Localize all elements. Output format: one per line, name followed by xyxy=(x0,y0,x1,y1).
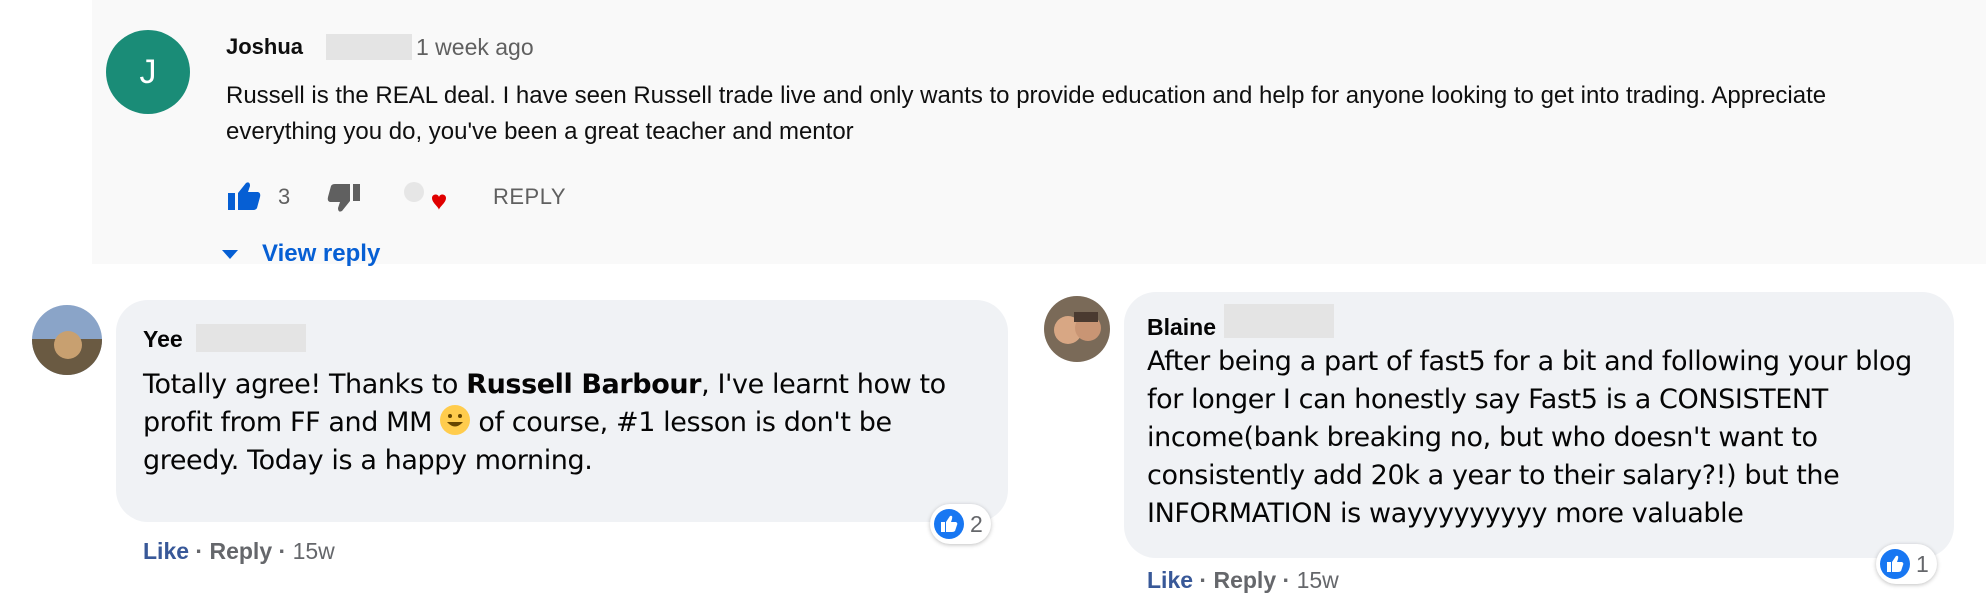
like-count: 3 xyxy=(278,184,291,209)
reaction-count-badge[interactable]: 1 xyxy=(1876,544,1937,584)
like-button[interactable]: Like xyxy=(1147,567,1193,593)
reaction-count: 2 xyxy=(970,510,983,537)
comment-text: After being a part of fast5 for a bit an… xyxy=(1147,346,1912,529)
comment-text: Totally agree! Thanks to Russell Barbour… xyxy=(143,366,993,480)
comment-text-start: Totally agree! Thanks to xyxy=(143,369,467,400)
avatar[interactable]: J xyxy=(106,30,190,114)
avatar-photo xyxy=(32,305,102,375)
view-reply-label: View reply xyxy=(262,240,381,267)
reply-button[interactable]: Reply xyxy=(1213,567,1276,593)
reply-button[interactable]: REPLY xyxy=(493,184,566,210)
separator: · xyxy=(1282,567,1291,593)
commenter-name[interactable]: Yee xyxy=(143,326,183,353)
mentioned-name[interactable]: Russell Barbour xyxy=(466,369,701,400)
view-reply-button[interactable]: View reply xyxy=(222,240,380,268)
like-reaction-icon xyxy=(934,509,964,539)
comment-time[interactable]: 1 week ago xyxy=(416,34,534,61)
separator: · xyxy=(195,538,204,564)
separator: · xyxy=(278,538,287,564)
caret-down-icon xyxy=(222,249,238,259)
redacted-surname xyxy=(326,34,412,60)
thumbs-down-icon[interactable] xyxy=(326,182,362,214)
comment-actions: Like · Reply · 15w xyxy=(143,538,335,565)
avatar[interactable] xyxy=(32,305,102,375)
reaction-count-badge[interactable]: 2 xyxy=(930,504,991,544)
redacted-surname xyxy=(196,324,306,352)
avatar-photo xyxy=(1044,296,1110,362)
smile-emoji-icon xyxy=(440,405,471,435)
redacted-surname xyxy=(1224,304,1334,338)
heart-icon xyxy=(404,182,446,210)
reply-button[interactable]: Reply xyxy=(209,538,272,564)
avatar[interactable] xyxy=(1044,296,1110,362)
comment-author[interactable]: Joshua xyxy=(226,34,303,60)
comment-time[interactable]: 15w xyxy=(293,538,335,564)
comment-text: Russell is the REAL deal. I have seen Ru… xyxy=(226,82,1827,145)
reaction-count: 1 xyxy=(1916,550,1929,577)
like-button[interactable]: Like xyxy=(143,538,189,564)
comment-time[interactable]: 15w xyxy=(1297,567,1339,593)
thumbs-up-icon[interactable] xyxy=(226,180,262,212)
commenter-name[interactable]: Blaine xyxy=(1147,314,1216,341)
comment-actions: Like · Reply · 15w xyxy=(1147,567,1339,594)
like-reaction-icon xyxy=(1880,549,1910,579)
avatar-letter: J xyxy=(139,52,157,91)
separator: · xyxy=(1199,567,1208,593)
